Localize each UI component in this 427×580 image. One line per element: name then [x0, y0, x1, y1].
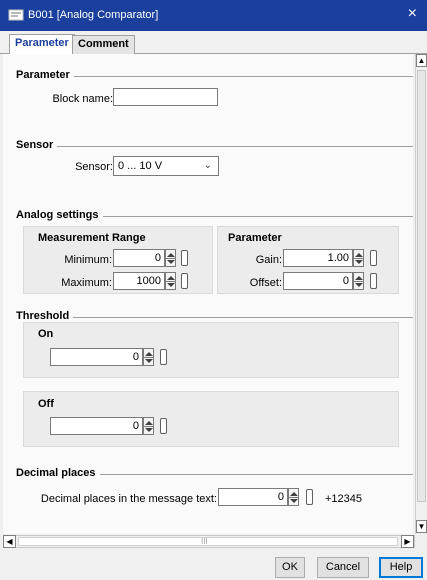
minimum-input[interactable]	[113, 249, 165, 267]
gain-input[interactable]	[283, 249, 353, 267]
offset-input[interactable]	[283, 272, 353, 290]
gain-offset-panel: Parameter Gain: Offset:	[217, 226, 399, 294]
ok-button[interactable]: OK	[275, 557, 305, 578]
scroll-grip: III	[201, 537, 208, 546]
tab-comment[interactable]: Comment	[72, 35, 135, 55]
gain-reference-button[interactable]	[370, 250, 377, 266]
decimal-places-input[interactable]	[218, 488, 288, 506]
parameter-panel: Parameter Block name: Sensor Sensor: 0 .…	[3, 54, 413, 534]
maximum-input[interactable]	[113, 272, 165, 290]
scroll-up-icon[interactable]: ▲	[416, 54, 427, 67]
sensor-label: Sensor:	[75, 161, 113, 173]
threshold-on-label: On	[38, 328, 54, 340]
gain-label: Gain:	[255, 254, 282, 266]
vertical-scrollbar[interactable]: ▲ ▼	[415, 54, 427, 534]
decimal-places-preview: +12345	[325, 493, 363, 505]
dialog-footer: OK Cancel Help	[0, 550, 427, 580]
horizontal-scroll-thumb[interactable]: III	[18, 537, 398, 546]
window-title: B001 [Analog Comparator]	[28, 9, 159, 21]
decimal-places-label: Decimal places in the message text:	[40, 493, 217, 505]
chevron-down-icon: ⌄	[203, 160, 212, 171]
section-title-analog-settings: Analog settings	[16, 209, 103, 221]
maximum-reference-button[interactable]	[181, 273, 188, 289]
minimum-spinner[interactable]	[165, 249, 176, 267]
offset-reference-button[interactable]	[370, 273, 377, 289]
section-title-threshold: Threshold	[16, 310, 74, 322]
block-name-input[interactable]	[113, 88, 218, 106]
parameter-panel-title: Parameter	[228, 232, 282, 244]
section-title-sensor: Sensor	[16, 139, 58, 151]
offset-spinner[interactable]	[353, 272, 364, 290]
block-icon	[8, 9, 24, 21]
scroll-left-icon[interactable]: ◀	[3, 535, 16, 548]
threshold-off-input[interactable]	[50, 417, 143, 435]
decimal-places-spinner[interactable]	[288, 488, 299, 506]
section-title-decimal-places: Decimal places	[16, 467, 100, 479]
vertical-scroll-thumb[interactable]	[417, 70, 426, 502]
close-icon[interactable]: ×	[408, 5, 417, 23]
tab-bar: Parameter Comment	[0, 31, 427, 55]
maximum-spinner[interactable]	[165, 272, 176, 290]
threshold-off-spinner[interactable]	[143, 417, 154, 435]
horizontal-scrollbar[interactable]: ◀ III ▶	[3, 535, 415, 548]
maximum-label: Maximum:	[61, 277, 112, 289]
section-divider	[19, 317, 413, 318]
threshold-on-spinner[interactable]	[143, 348, 154, 366]
threshold-off-reference-button[interactable]	[160, 418, 167, 434]
section-divider	[19, 146, 413, 147]
threshold-on-panel: On	[23, 322, 399, 378]
offset-label: Offset:	[249, 277, 282, 289]
sensor-value: 0 ... 10 V	[118, 160, 163, 172]
threshold-off-label: Off	[38, 398, 54, 410]
cancel-button[interactable]: Cancel	[317, 557, 369, 578]
gain-spinner[interactable]	[353, 249, 364, 267]
scroll-right-icon[interactable]: ▶	[401, 535, 414, 548]
tab-parameter[interactable]: Parameter	[9, 34, 75, 55]
measurement-range-title: Measurement Range	[38, 232, 146, 244]
decimal-places-reference-button[interactable]	[306, 489, 313, 505]
section-divider	[19, 76, 413, 77]
minimum-label: Minimum:	[64, 254, 112, 266]
scroll-down-icon[interactable]: ▼	[416, 520, 427, 533]
help-button[interactable]: Help	[379, 557, 423, 578]
minimum-reference-button[interactable]	[181, 250, 188, 266]
section-title-parameter: Parameter	[16, 69, 74, 81]
sensor-dropdown[interactable]: 0 ... 10 V ⌄	[113, 156, 219, 176]
title-bar: B001 [Analog Comparator] ×	[0, 0, 427, 31]
measurement-range-panel: Measurement Range Minimum: Maximum:	[23, 226, 213, 294]
threshold-on-reference-button[interactable]	[160, 349, 167, 365]
threshold-off-panel: Off	[23, 391, 399, 447]
block-name-label: Block name:	[52, 93, 113, 105]
threshold-on-input[interactable]	[50, 348, 143, 366]
